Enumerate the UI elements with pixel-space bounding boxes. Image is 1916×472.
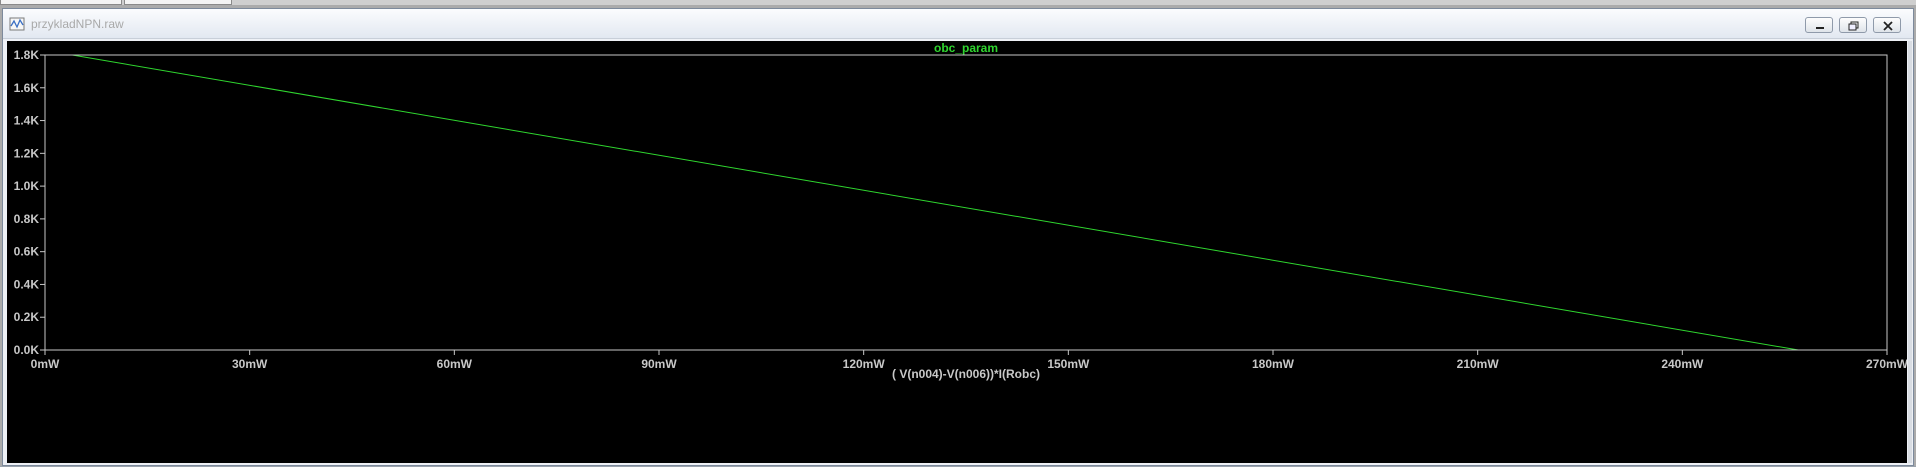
document-tab-strip bbox=[0, 0, 1916, 5]
document-tab[interactable] bbox=[124, 0, 232, 5]
x-axis-label[interactable]: ( V(n004)-V(n006))*I(Robc) bbox=[892, 367, 1040, 381]
minimize-button[interactable] bbox=[1805, 17, 1833, 33]
x-tick-label: 120mW bbox=[843, 357, 886, 371]
x-tick-label: 60mW bbox=[437, 357, 473, 371]
x-tick-label: 210mW bbox=[1457, 357, 1500, 371]
y-axis-ticks: 0.0K 0.2K 0.4K 0.6K 0.8K 1.0K 1.2K 1.4K 1.6K 1.8K bbox=[14, 48, 45, 357]
x-tick-label: 150mW bbox=[1047, 357, 1090, 371]
x-tick-label: 270mW bbox=[1866, 357, 1907, 371]
close-button[interactable] bbox=[1873, 17, 1901, 33]
waveform-plot[interactable]: obc_param 0.0K 0.2K 0.4K 0.6K 0.8K 1.0K 1.2K 1.… bbox=[7, 41, 1907, 463]
restore-button[interactable] bbox=[1839, 17, 1867, 33]
window-title: przykladNPN.raw bbox=[31, 17, 124, 31]
y-tick-label: 1.0K bbox=[14, 179, 40, 193]
waveform-window: przykladNPN.raw obc_param 0.0K 0.2K 0.4K 0.… bbox=[2, 8, 1914, 466]
y-tick-label: 1.4K bbox=[14, 114, 40, 128]
document-tab[interactable] bbox=[0, 0, 122, 5]
y-tick-label: 0.0K bbox=[14, 343, 40, 357]
y-tick-label: 1.6K bbox=[14, 81, 40, 95]
vertical-scrollbar[interactable] bbox=[1908, 41, 1912, 463]
x-tick-label: 180mW bbox=[1252, 357, 1295, 371]
x-tick-label: 0mW bbox=[31, 357, 60, 371]
minimize-icon bbox=[1816, 27, 1824, 29]
x-tick-label: 240mW bbox=[1661, 357, 1704, 371]
y-tick-label: 1.8K bbox=[14, 48, 40, 62]
x-tick-label: 30mW bbox=[232, 357, 268, 371]
waveform-icon bbox=[9, 17, 25, 31]
trace-title[interactable]: obc_param bbox=[934, 41, 998, 55]
y-tick-label: 1.2K bbox=[14, 146, 40, 160]
close-icon bbox=[1883, 21, 1893, 31]
y-tick-label: 0.6K bbox=[14, 245, 40, 259]
restore-icon bbox=[1848, 21, 1859, 31]
y-tick-label: 0.8K bbox=[14, 212, 40, 226]
y-tick-label: 0.4K bbox=[14, 277, 40, 291]
x-tick-label: 90mW bbox=[641, 357, 677, 371]
status-bar bbox=[0, 466, 1916, 472]
plot-pane[interactable]: obc_param 0.0K 0.2K 0.4K 0.6K 0.8K 1.0K 1.2K 1.… bbox=[7, 41, 1907, 463]
y-tick-label: 0.2K bbox=[14, 310, 40, 324]
plot-area[interactable] bbox=[45, 55, 1887, 350]
window-titlebar[interactable]: przykladNPN.raw bbox=[3, 9, 1913, 39]
